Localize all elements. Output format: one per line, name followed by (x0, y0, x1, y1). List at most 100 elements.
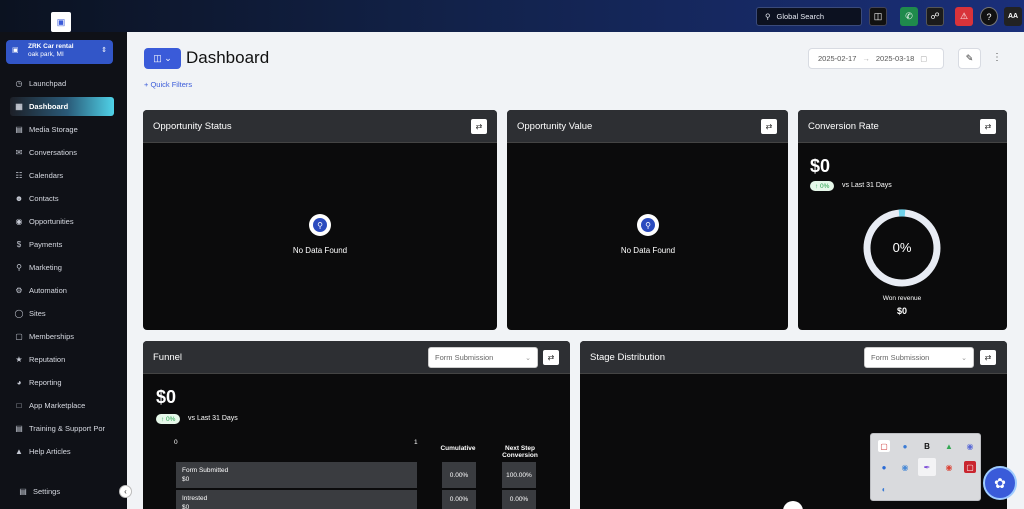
filter-settings-icon[interactable]: ⇄ (761, 119, 777, 134)
notifications-badge-icon[interactable]: ☍ (926, 7, 944, 26)
more-options-icon[interactable]: ⋮ (992, 52, 1002, 63)
sidebar-item-launchpad[interactable]: ◷ Launchpad (10, 74, 114, 93)
sidebar-item-label: Memberships (29, 332, 75, 341)
col-next-step: Next Step Conversion (502, 445, 538, 459)
sidebar-item-label: Sites (29, 309, 46, 318)
pen-icon[interactable]: ✒ (918, 458, 936, 476)
sidebar-item-marketing[interactable]: ⚲ Marketing (10, 258, 114, 277)
date-end: 2025-03-18 (875, 54, 915, 63)
funnel-row-value: $0 (182, 504, 190, 509)
sidebar-item-opportunities[interactable]: ◉ Opportunities (10, 212, 114, 231)
app-icon[interactable]: ▢ (964, 461, 976, 473)
card-title: Opportunity Status (153, 121, 232, 132)
marketing-icon: ⚲ (16, 263, 22, 272)
sidebar-item-app-marketplace[interactable]: □ App Marketplace (10, 396, 114, 415)
layers-icon[interactable]: ◫ (869, 7, 887, 26)
automation-icon: ⚙ (15, 286, 23, 295)
chevron-updown-icon: ⇕ (101, 47, 107, 54)
date-range-picker[interactable]: 2025-02-17 → 2025-03-18 ▢ (808, 48, 944, 69)
chevron-down-icon: ⌄ (525, 355, 531, 362)
card-title: Funnel (153, 352, 183, 363)
app-icon[interactable]: ▢ (878, 440, 890, 452)
dashboard-switcher-button[interactable]: ◫ ⌄ (144, 48, 181, 69)
compare-text: vs Last 31 Days (188, 415, 238, 422)
collapse-sidebar-button[interactable]: ‹ (119, 485, 132, 498)
no-data-text: No Data Found (292, 246, 348, 255)
system-tray-popup: ▢ ● B ▲ ◉ ● ◉ ✒ ◉ ▢ ◐ (870, 433, 981, 501)
sidebar-item-payments[interactable]: $ Payments (10, 235, 114, 254)
sidebar-item-label: Conversations (29, 148, 77, 157)
card-header: Opportunity Status ⇄ (143, 110, 497, 143)
bell-icon[interactable]: ⚠ (955, 7, 973, 26)
chevron-down-icon: ⌄ (961, 355, 967, 362)
filter-settings-icon[interactable]: ⇄ (980, 119, 996, 134)
no-data-icon: ⚲ (309, 214, 331, 236)
sidebar-item-label: Marketing (29, 263, 62, 272)
sidebar-item-training[interactable]: ▤ Training & Support Por (10, 419, 114, 438)
quick-filters-link[interactable]: + Quick Filters (144, 80, 192, 89)
sidebar-item-reporting[interactable]: ◕ Reporting (10, 373, 114, 392)
building-icon: ▣ (12, 47, 19, 54)
sidebar-item-reputation[interactable]: ★ Reputation (10, 350, 114, 369)
phone-icon[interactable]: ✆ (900, 7, 918, 26)
sidebar-item-label: Reputation (29, 355, 66, 364)
won-revenue-label: Won revenue (882, 295, 922, 302)
contacts-icon: ☻ (14, 194, 24, 203)
assistant-launcher-icon[interactable]: ✿ (983, 466, 1017, 500)
app-icon[interactable]: ◐ (878, 483, 890, 495)
sidebar-item-automation[interactable]: ⚙ Automation (10, 281, 114, 300)
account-switcher[interactable]: ▣ ZRK Car rental oak park, MI ⇕ (6, 40, 113, 64)
sidebar: ▣ ▣ ZRK Car rental oak park, MI ⇕ ◷ Launc… (0, 12, 127, 509)
funnel-source-select[interactable]: Form Submission ⌄ (428, 347, 538, 368)
avatar[interactable]: AA (1004, 7, 1022, 26)
opportunity-status-card: Opportunity Status ⇄ ⚲ No Data Found (143, 110, 497, 330)
app-icon[interactable]: B (921, 440, 933, 452)
filter-settings-icon[interactable]: ⇄ (980, 350, 996, 365)
sidebar-item-sites[interactable]: ◯ Sites (10, 304, 114, 323)
select-value: Form Submission (871, 353, 930, 362)
account-name: ZRK Car rental (28, 43, 74, 50)
date-start: 2025-02-17 (818, 54, 857, 63)
axis-max: 1 (414, 439, 418, 446)
sidebar-item-contacts[interactable]: ☻ Contacts (10, 189, 114, 208)
funnel-cumulative-cell: 0.00% (442, 490, 476, 509)
filter-settings-icon[interactable]: ⇄ (543, 350, 559, 365)
reporting-icon: ◕ (16, 378, 22, 387)
sidebar-item-settings[interactable]: ▤ Settings (14, 482, 118, 501)
sidebar-item-label: Reporting (29, 378, 62, 387)
app-icon[interactable]: ◉ (899, 461, 911, 473)
reputation-icon: ★ (15, 355, 23, 364)
drive-icon[interactable]: ▲ (943, 440, 955, 452)
memberships-icon: ▢ (15, 332, 23, 341)
compare-text: vs Last 31 Days (842, 182, 892, 189)
axis-min: 0 (174, 439, 178, 446)
app-icon[interactable]: ● (878, 461, 890, 473)
funnel-row-name: Intrested (182, 495, 208, 502)
media-icon: ▤ (15, 125, 23, 134)
help-icon[interactable]: ? (980, 7, 998, 26)
marketplace-icon: □ (16, 401, 22, 410)
sidebar-item-label: Automation (29, 286, 67, 295)
card-title: Stage Distribution (590, 352, 665, 363)
sidebar-item-help-articles[interactable]: ▲ Help Articles (10, 442, 114, 461)
search-icon: ⚲ (765, 12, 771, 21)
filter-settings-icon[interactable]: ⇄ (471, 119, 487, 134)
stage-source-select[interactable]: Form Submission ⌄ (864, 347, 974, 368)
sidebar-item-dashboard[interactable]: ▦ Dashboard (10, 97, 114, 116)
sidebar-item-calendars[interactable]: ☷ Calendars (10, 166, 114, 185)
funnel-row: Form Submitted $0 (176, 462, 417, 488)
global-search[interactable]: ⚲ Global Search (756, 7, 862, 26)
app-icon[interactable]: ● (899, 440, 911, 452)
sidebar-item-label: Payments (29, 240, 63, 249)
sidebar-item-memberships[interactable]: ▢ Memberships (10, 327, 114, 346)
sidebar-item-label: Opportunities (29, 217, 74, 226)
sidebar-item-label: Contacts (29, 194, 59, 203)
sidebar-item-media-storage[interactable]: ▤ Media Storage (10, 120, 114, 139)
sidebar-item-label: Launchpad (29, 79, 67, 88)
sidebar-item-conversations[interactable]: ✉ Conversations (10, 143, 114, 162)
pencil-icon: ✎ (965, 53, 974, 63)
calendar-icon: ☷ (15, 171, 23, 180)
edit-dashboard-button[interactable]: ✎ (958, 48, 981, 69)
app-icon[interactable]: ◉ (964, 440, 976, 452)
chrome-icon[interactable]: ◉ (943, 461, 955, 473)
